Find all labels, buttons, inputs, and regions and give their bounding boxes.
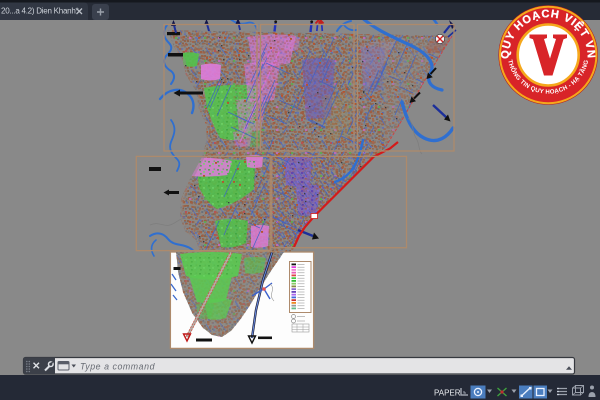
svg-text:Type a command: Type a command (80, 362, 156, 372)
svg-text:20...a 4.2) Dien Khanh*: 20...a 4.2) Dien Khanh* (1, 7, 79, 16)
svg-text:PAPER: PAPER (434, 389, 461, 398)
